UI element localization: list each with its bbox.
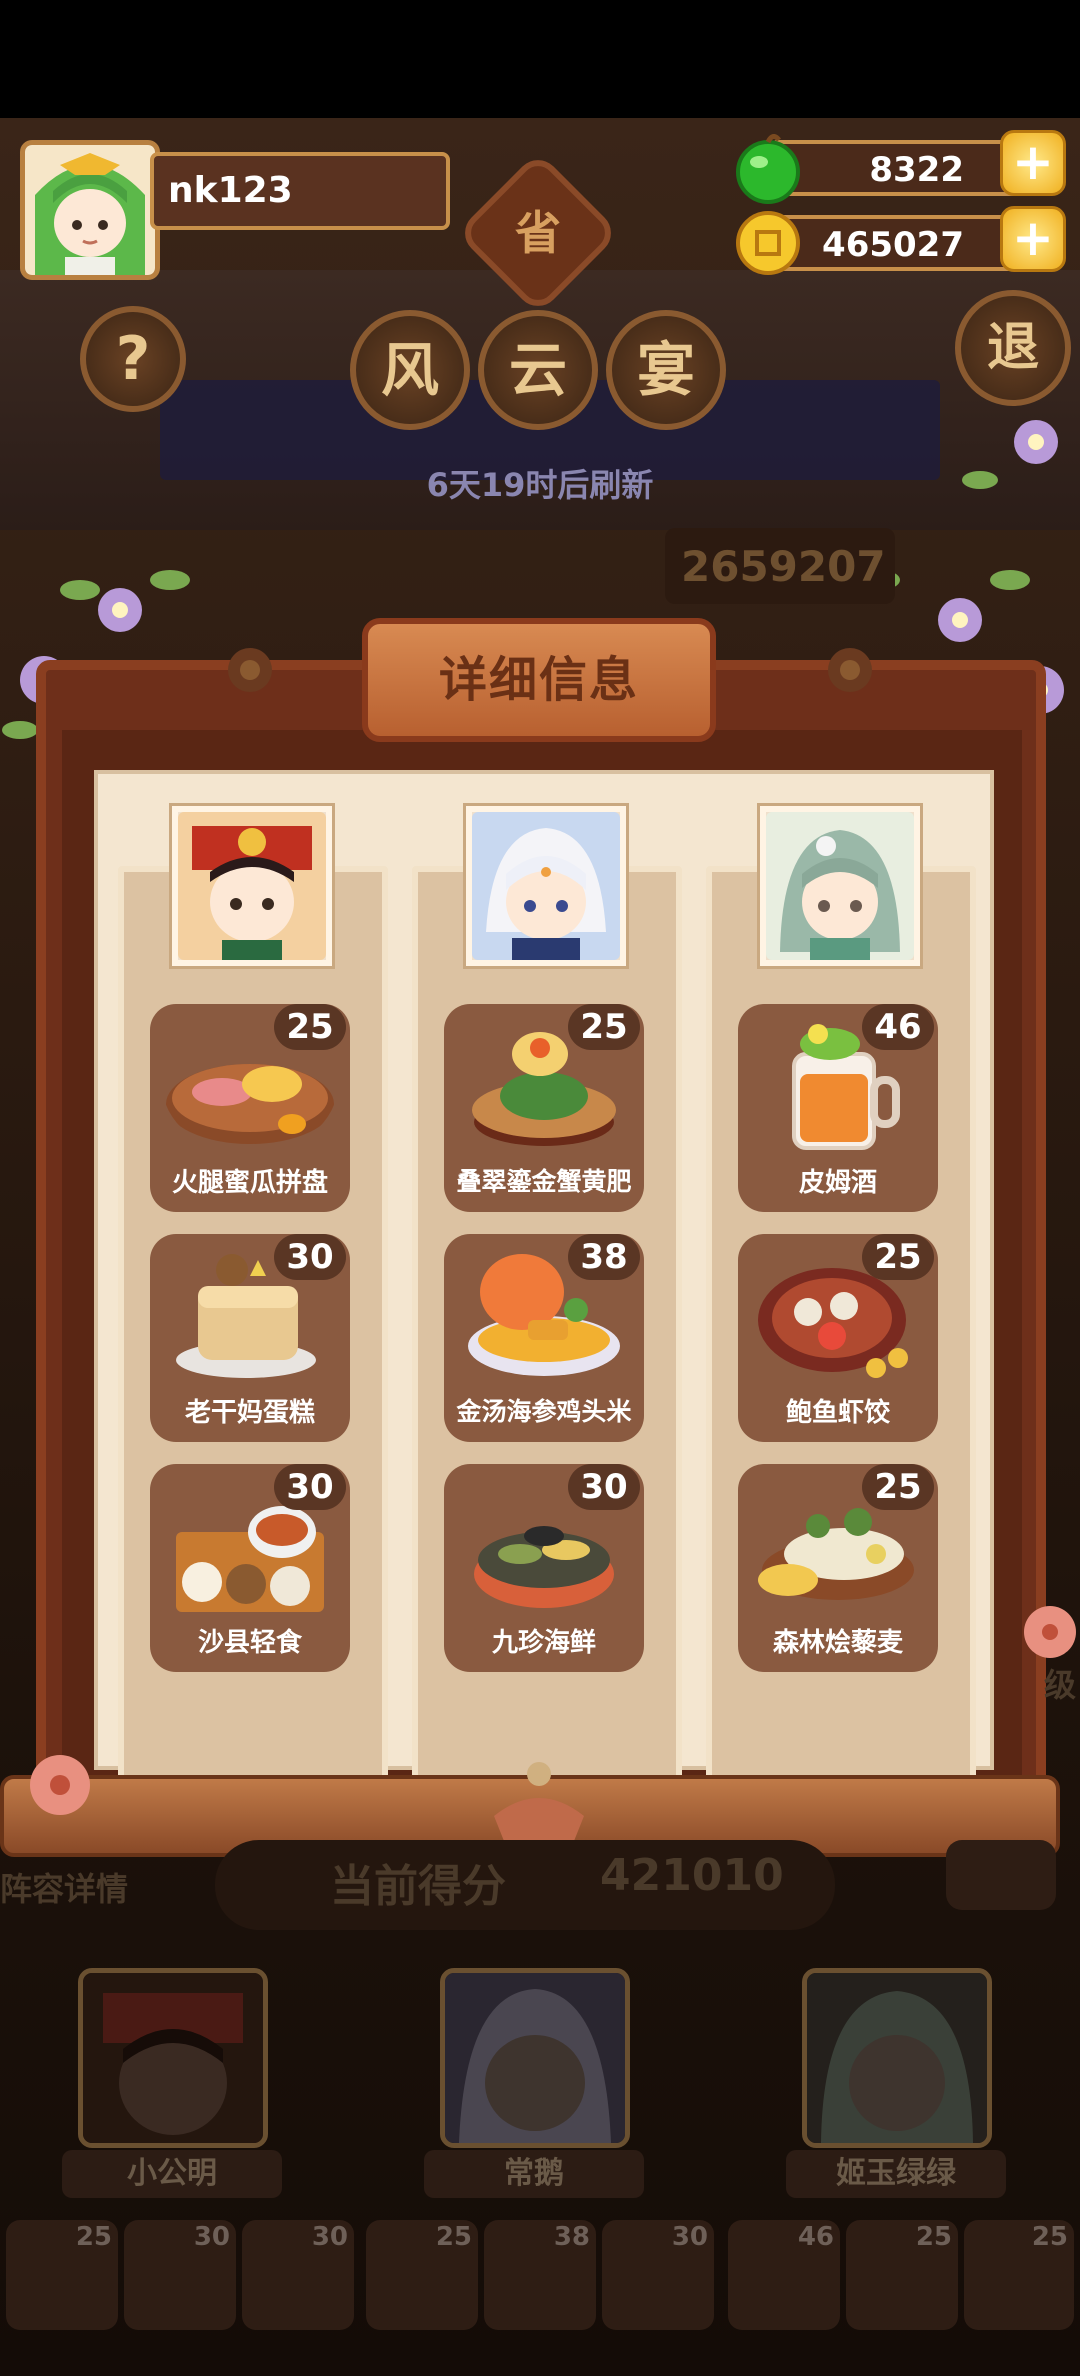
dish-value-badge: 25 xyxy=(862,1464,934,1510)
dish-value-badge: 30 xyxy=(568,1464,640,1510)
province-badge-label: 省 xyxy=(515,206,561,260)
add-coins-plus: + xyxy=(1012,209,1054,267)
mini-dish-value: 25 xyxy=(1031,2222,1068,2252)
dish-value-badge: 30 xyxy=(274,1464,346,1510)
coin-counter: 465027 xyxy=(768,215,1028,271)
player-avatar[interactable] xyxy=(20,140,160,280)
character-1-portrait xyxy=(83,1973,263,2143)
dish-card-1-3[interactable]: 30 沙县轻食 xyxy=(150,1464,350,1672)
dish-value-badge: 25 xyxy=(862,1234,934,1280)
current-score-value: 421010 xyxy=(600,1850,784,1901)
mini-dish-4[interactable]: 25 xyxy=(366,2220,478,2330)
lineup-character-2[interactable] xyxy=(440,1968,630,2148)
mini-dish-2[interactable]: 30 xyxy=(124,2220,236,2330)
add-coins-button[interactable]: + xyxy=(1000,206,1066,272)
mini-dish-6[interactable]: 30 xyxy=(602,2220,714,2330)
chef-3-face xyxy=(766,812,914,960)
lineup-details-link[interactable]: 阵容详情 xyxy=(0,1864,128,1910)
title-char-1: 风 xyxy=(350,310,470,430)
character-3-portrait xyxy=(807,1973,987,2143)
lineup-character-1-name: 小公明 xyxy=(62,2150,282,2198)
panel-title: 详细信息 xyxy=(438,652,639,708)
add-gems-plus: + xyxy=(1012,133,1054,191)
lineup-character-3[interactable] xyxy=(802,1968,992,2148)
dish-value-badge: 38 xyxy=(568,1234,640,1280)
dish-card-2-1[interactable]: 25 叠翠鎏金蟹黄肥 xyxy=(444,1004,644,1212)
refresh-timer: 6天19时后刷新 xyxy=(426,466,654,504)
mini-dish-9[interactable]: 25 xyxy=(964,2220,1074,2330)
mini-dish-value: 30 xyxy=(671,2222,708,2252)
status-area xyxy=(0,0,1080,118)
exit-button[interactable]: 退 xyxy=(955,290,1071,406)
help-icon: ? xyxy=(115,324,151,394)
avatar-portrait xyxy=(25,145,155,275)
dish-name: 森林烩藜麦 xyxy=(772,1628,903,1658)
mini-dish-5[interactable]: 38 xyxy=(484,2220,596,2330)
flower-decoration-bottom-left xyxy=(30,1755,90,1815)
dish-card-1-1[interactable]: 25 火腿蜜瓜拼盘 xyxy=(150,1004,350,1212)
lineup-character-2-name: 常鹅 xyxy=(424,2150,644,2198)
mini-dish-1[interactable]: 25 xyxy=(6,2220,118,2330)
mini-dish-value: 30 xyxy=(193,2222,230,2252)
mini-dish-value: 25 xyxy=(915,2222,952,2252)
dish-name: 皮姆酒 xyxy=(798,1168,877,1198)
dish-card-2-3[interactable]: 30 九珍海鲜 xyxy=(444,1464,644,1672)
gem-counter: 8322 xyxy=(768,140,1028,196)
gem-count: 8322 xyxy=(869,150,964,190)
lineup-character-3-name: 姬玉绿绿 xyxy=(786,2150,1006,2198)
hanger-knob-left xyxy=(228,648,272,692)
mini-dish-value: 38 xyxy=(553,2222,590,2252)
title-char-3-label: 宴 xyxy=(636,336,695,404)
dish-name: 火腿蜜瓜拼盘 xyxy=(171,1168,328,1198)
dish-value-badge: 25 xyxy=(274,1004,346,1050)
hanger-knob-right xyxy=(828,648,872,692)
dish-name: 鲍鱼虾饺 xyxy=(785,1398,890,1428)
coin-count: 465027 xyxy=(822,225,964,265)
reset-button[interactable] xyxy=(946,1840,1056,1910)
mini-dish-value: 30 xyxy=(311,2222,348,2252)
dish-name: 老干妈蛋糕 xyxy=(184,1398,315,1428)
chef-2-face xyxy=(472,812,620,960)
chef-portrait-2[interactable] xyxy=(466,806,626,966)
top-score: 2659207 xyxy=(665,528,895,604)
add-gems-button[interactable]: + xyxy=(1000,130,1066,196)
side-level-label: 级 xyxy=(1044,1666,1077,1704)
mini-dish-value: 25 xyxy=(75,2222,112,2252)
mini-dish-7[interactable]: 46 xyxy=(728,2220,840,2330)
dish-card-3-1[interactable]: 46 皮姆酒 xyxy=(738,1004,938,1212)
chef-portrait-3[interactable] xyxy=(760,806,920,966)
dish-card-3-2[interactable]: 25 鲍鱼虾饺 xyxy=(738,1234,938,1442)
lineup-character-1[interactable] xyxy=(78,1968,268,2148)
title-char-1-label: 风 xyxy=(380,336,439,404)
dish-card-1-2[interactable]: 30 老干妈蛋糕 xyxy=(150,1234,350,1442)
character-2-portrait xyxy=(445,1973,625,2143)
mini-dish-value: 46 xyxy=(797,2222,834,2252)
dish-name: 叠翠鎏金蟹黄肥 xyxy=(456,1167,632,1196)
dish-name: 沙县轻食 xyxy=(197,1628,302,1658)
green-gem-icon xyxy=(736,134,800,204)
title-char-2: 云 xyxy=(478,310,598,430)
title-char-3: 宴 xyxy=(606,310,726,430)
exit-label: 退 xyxy=(986,318,1039,378)
dish-value-badge: 46 xyxy=(862,1004,934,1050)
mini-dish-value: 25 xyxy=(435,2222,472,2252)
dish-value-badge: 30 xyxy=(274,1234,346,1280)
dish-name: 九珍海鲜 xyxy=(491,1628,596,1658)
chef-portrait-1[interactable] xyxy=(172,806,332,966)
current-score-label: 当前得分 xyxy=(330,1861,506,1912)
chef-1-face xyxy=(178,812,326,960)
dish-name: 金汤海参鸡头米 xyxy=(456,1397,632,1426)
mini-dish-8[interactable]: 25 xyxy=(846,2220,958,2330)
dish-card-3-3[interactable]: 25 森林烩藜麦 xyxy=(738,1464,938,1672)
mini-dish-3[interactable]: 30 xyxy=(242,2220,354,2330)
dish-card-2-2[interactable]: 38 金汤海参鸡头米 xyxy=(444,1234,644,1442)
gold-coin-icon xyxy=(736,211,800,275)
title-char-2-label: 云 xyxy=(508,336,567,404)
player-name: nk123 xyxy=(168,170,293,211)
help-button[interactable]: ? xyxy=(80,306,186,412)
player-name-bar: nk123 xyxy=(150,152,450,230)
dish-value-badge: 25 xyxy=(568,1004,640,1050)
